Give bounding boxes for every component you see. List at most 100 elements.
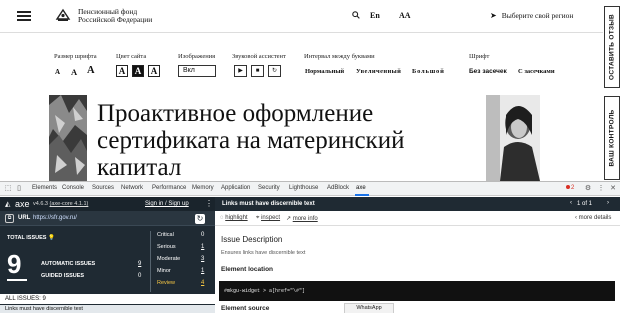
issue-list-item[interactable]: Links must have discernible text xyxy=(0,305,215,313)
guided-issues-count: 0 xyxy=(138,273,142,279)
font-sans-option[interactable]: Без засечек xyxy=(469,68,507,75)
highlight-icon: ◌ xyxy=(220,215,224,221)
feedback-tab[interactable]: ОСТАВИТЬ ОТЗЫВ xyxy=(604,6,620,88)
total-issues-count[interactable]: 9 xyxy=(7,251,21,277)
severity-review-label: Review xyxy=(157,280,176,286)
letter-spacing-label: Интервал между буквами xyxy=(304,53,375,60)
close-devtools-icon[interactable]: ✕ xyxy=(609,185,617,193)
hero-photo-right xyxy=(486,95,540,181)
url-label: URL xyxy=(18,215,31,221)
rescan-icon[interactable]: ↻ xyxy=(195,214,205,224)
hero-photo-left xyxy=(49,95,87,181)
font-size-label: Размер шрифта xyxy=(54,53,97,60)
more-info-button[interactable]: ↗ more info xyxy=(286,215,318,222)
pfr-logo-icon[interactable] xyxy=(55,7,71,23)
more-options-icon[interactable]: ⋮ xyxy=(597,185,605,193)
color-black-button[interactable]: А xyxy=(132,65,144,77)
inspect-label: inspect xyxy=(261,215,281,221)
severity-moderate-label: Moderate xyxy=(157,256,181,262)
element-source-label: Element source xyxy=(221,305,270,312)
error-count-badge[interactable]: 2 xyxy=(566,185,574,191)
external-link-icon: ↗ xyxy=(286,216,292,222)
devtools-panel: ⬚ ▯ Elements Console Sources Network Per… xyxy=(0,181,620,313)
severity-divider xyxy=(150,231,151,292)
color-white-button[interactable]: А xyxy=(116,65,128,77)
tab-network[interactable]: Network xyxy=(121,185,143,191)
axe-version: v4.6.3 (axe-core 4.1.1) xyxy=(33,201,88,207)
header-divider xyxy=(0,32,603,33)
previous-issue-icon[interactable]: ‹ xyxy=(570,200,572,206)
severity-review-count[interactable]: 4 xyxy=(201,280,204,286)
detail-actions: ◌ highlight ⌖ inspect ↗ more info ‹ more… xyxy=(215,211,620,226)
logo-line-2: Российской Федерации xyxy=(78,15,153,24)
all-issues-header: ALL ISSUES: 9 xyxy=(0,294,215,304)
tab-console[interactable]: Console xyxy=(62,185,84,191)
axe-core-version[interactable]: (axe-core 4.1.1) xyxy=(50,201,89,207)
color-blue-button[interactable]: А xyxy=(148,65,160,77)
audio-stop-button[interactable]: ■ xyxy=(251,65,264,77)
region-label: Выберите свой регион xyxy=(501,11,574,20)
tab-security[interactable]: Security xyxy=(258,185,280,191)
font-size-medium[interactable]: А xyxy=(71,67,77,77)
spacing-normal[interactable]: Нормальный xyxy=(305,68,344,75)
axe-menu-icon[interactable]: ⋮ xyxy=(205,199,213,208)
axe-version-number: v4.6.3 xyxy=(33,201,48,207)
tab-memory[interactable]: Memory xyxy=(192,185,214,191)
tab-elements[interactable]: Elements xyxy=(32,185,57,191)
font-size-small[interactable]: А xyxy=(55,68,60,76)
audio-play-button[interactable]: ▶ xyxy=(234,65,247,77)
detail-title: Links must have discernible text xyxy=(222,201,315,207)
tab-lighthouse[interactable]: Lighthouse xyxy=(289,185,318,191)
tab-performance[interactable]: Performance xyxy=(152,185,186,191)
region-selector[interactable]: ➤ Выберите свой регион xyxy=(490,11,573,20)
automatic-issues-count[interactable]: 9 xyxy=(138,261,141,267)
spacing-increased[interactable]: Увеличенный xyxy=(356,68,401,75)
search-icon[interactable] xyxy=(352,11,360,19)
error-dot-icon xyxy=(566,185,570,190)
next-issue-icon[interactable]: › xyxy=(607,200,609,206)
tab-application[interactable]: Application xyxy=(221,185,250,191)
url-row: ⧉ URL https://sfr.gov.ru/ ↻ xyxy=(0,211,215,226)
language-switch[interactable]: En xyxy=(370,11,380,20)
tab-axe[interactable]: axe xyxy=(356,185,366,191)
more-details-label: more details xyxy=(578,215,612,221)
severity-serious-label: Serious xyxy=(157,244,176,250)
device-toolbar-icon[interactable]: ▯ xyxy=(15,185,23,193)
audio-assistant-label: Звуковой ассистент xyxy=(232,53,286,60)
audio-repeat-button[interactable]: ↻ xyxy=(268,65,281,77)
highlight-button[interactable]: ◌ highlight xyxy=(220,215,248,221)
issue-description-title: Issue Description xyxy=(221,235,283,244)
page-url-icon: ⧉ xyxy=(5,214,14,223)
tab-sources[interactable]: Sources xyxy=(92,185,114,191)
font-size-large[interactable]: А xyxy=(87,65,95,76)
settings-gear-icon[interactable]: ⚙ xyxy=(584,185,592,193)
more-details-toggle[interactable]: ‹ more details xyxy=(575,215,611,221)
hamburger-menu-icon[interactable] xyxy=(17,11,31,21)
axe-detail-pane: Links must have discernible text ‹ 1 of … xyxy=(215,197,620,313)
axe-summary-pane: ◭ axe v4.6.3 (axe-core 4.1.1) Sign in / … xyxy=(0,197,215,313)
your-control-tab[interactable]: ВАШ КОНТРОЛЬ xyxy=(604,96,620,180)
issue-description-text: Ensures links have discernible text xyxy=(221,250,306,256)
severity-minor-label: Minor xyxy=(157,268,171,274)
severity-moderate-count[interactable]: 3 xyxy=(201,256,204,262)
inspect-element-icon[interactable]: ⬚ xyxy=(4,185,12,193)
highlight-label: highlight xyxy=(225,215,248,221)
total-issues-label: TOTAL ISSUES 💡 xyxy=(7,235,55,241)
visually-impaired-toggle[interactable]: АА xyxy=(399,11,411,20)
logo-text[interactable]: Пенсионный фонд Российской Федерации xyxy=(78,8,152,24)
axe-header: ◭ axe v4.6.3 (axe-core 4.1.1) Sign in / … xyxy=(0,197,215,211)
spacing-large[interactable]: Большой xyxy=(412,68,445,75)
url-value[interactable]: https://sfr.gov.ru/ xyxy=(33,215,77,221)
font-serif-option[interactable]: С засечками xyxy=(518,68,555,75)
element-location-label: Element location xyxy=(221,266,274,273)
whatsapp-tooltip: WhatsApp xyxy=(344,303,394,313)
images-select[interactable]: Вкл xyxy=(178,65,216,77)
sign-in-link[interactable]: Sign in / Sign up xyxy=(145,201,189,207)
inspect-button[interactable]: ⌖ inspect xyxy=(256,215,280,222)
element-location-code[interactable]: #mkgu-widget > a[href="\#"] xyxy=(219,281,615,301)
more-info-label: more info xyxy=(292,216,318,222)
font-label: Шрифт xyxy=(469,53,490,60)
tab-adblock[interactable]: AdBlock xyxy=(327,185,349,191)
severity-minor-count[interactable]: 1 xyxy=(201,268,204,274)
severity-serious-count[interactable]: 1 xyxy=(201,244,204,250)
